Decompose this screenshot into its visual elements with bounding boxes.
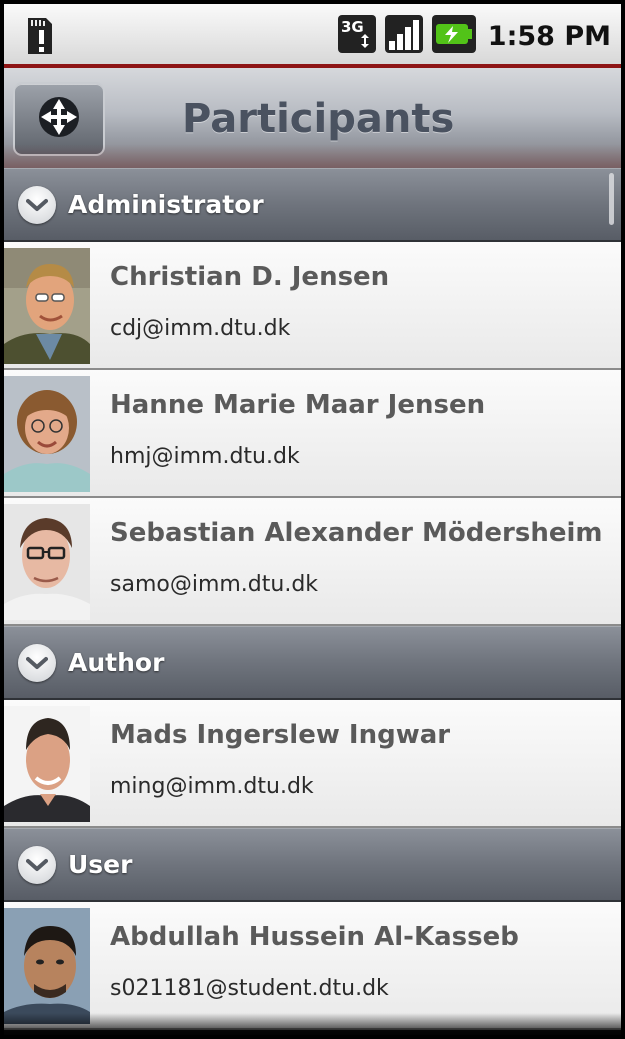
- group-label: Author: [68, 648, 165, 677]
- chevron-down-icon: [18, 845, 56, 884]
- list-item[interactable]: Abdullah Hussein Al-Kasseb s021181@stude…: [4, 902, 621, 1030]
- phone-screen: 3G 1:58 PM Participants Administrator Ch…: [4, 4, 621, 1035]
- participant-email: samo@imm.dtu.dk: [110, 572, 319, 597]
- list-item[interactable]: Mads Ingerslew Ingwar ming@imm.dtu.dk: [4, 700, 621, 828]
- participant-name: Christian D. Jensen: [110, 262, 390, 292]
- participant-email: ming@imm.dtu.dk: [110, 774, 314, 799]
- page-title: Participants: [182, 96, 455, 142]
- list-item[interactable]: Christian D. Jensen cdj@imm.dtu.dk: [4, 242, 621, 370]
- participant-name: Sebastian Alexander Mödersheim: [110, 518, 603, 548]
- chevron-down-icon: [18, 185, 56, 224]
- avatar: [4, 376, 90, 492]
- sd-card-alert-icon: [24, 16, 54, 60]
- participant-name: Hanne Marie Maar Jensen: [110, 390, 486, 420]
- group-header-administrator[interactable]: Administrator: [4, 168, 621, 242]
- nav-menu-button[interactable]: [13, 82, 105, 156]
- avatar: [4, 504, 90, 620]
- scrollbar-thumb[interactable]: [609, 173, 614, 225]
- status-bar: 3G 1:58 PM: [4, 4, 621, 68]
- participant-name: Abdullah Hussein Al-Kasseb: [110, 922, 519, 952]
- participant-email: hmj@imm.dtu.dk: [110, 444, 300, 469]
- battery-charging-icon: [431, 14, 477, 58]
- 3g-data-icon: 3G: [337, 14, 377, 58]
- status-icons: 3G 1:58 PM: [337, 14, 611, 58]
- participant-name: Mads Ingerslew Ingwar: [110, 720, 451, 750]
- group-label: Administrator: [68, 190, 264, 219]
- chevron-down-icon: [18, 643, 56, 682]
- participants-list[interactable]: Administrator Christian D. Jensen cdj@im…: [4, 168, 621, 1035]
- participant-email: cdj@imm.dtu.dk: [110, 316, 291, 341]
- list-item[interactable]: Hanne Marie Maar Jensen hmj@imm.dtu.dk: [4, 370, 621, 498]
- title-bar: Participants: [4, 68, 621, 168]
- avatar: [4, 908, 90, 1024]
- list-item[interactable]: Sebastian Alexander Mödersheim samo@imm.…: [4, 498, 621, 626]
- group-header-author[interactable]: Author: [4, 626, 621, 700]
- group-header-user[interactable]: User: [4, 828, 621, 902]
- signal-strength-icon: [384, 14, 424, 58]
- svg-text:3G: 3G: [341, 18, 364, 36]
- group-label: User: [68, 850, 133, 879]
- move-arrows-icon: [37, 95, 81, 143]
- avatar: [4, 706, 90, 822]
- avatar: [4, 248, 90, 364]
- participant-email: s021181@student.dtu.dk: [110, 976, 389, 1001]
- status-time: 1:58 PM: [487, 20, 611, 52]
